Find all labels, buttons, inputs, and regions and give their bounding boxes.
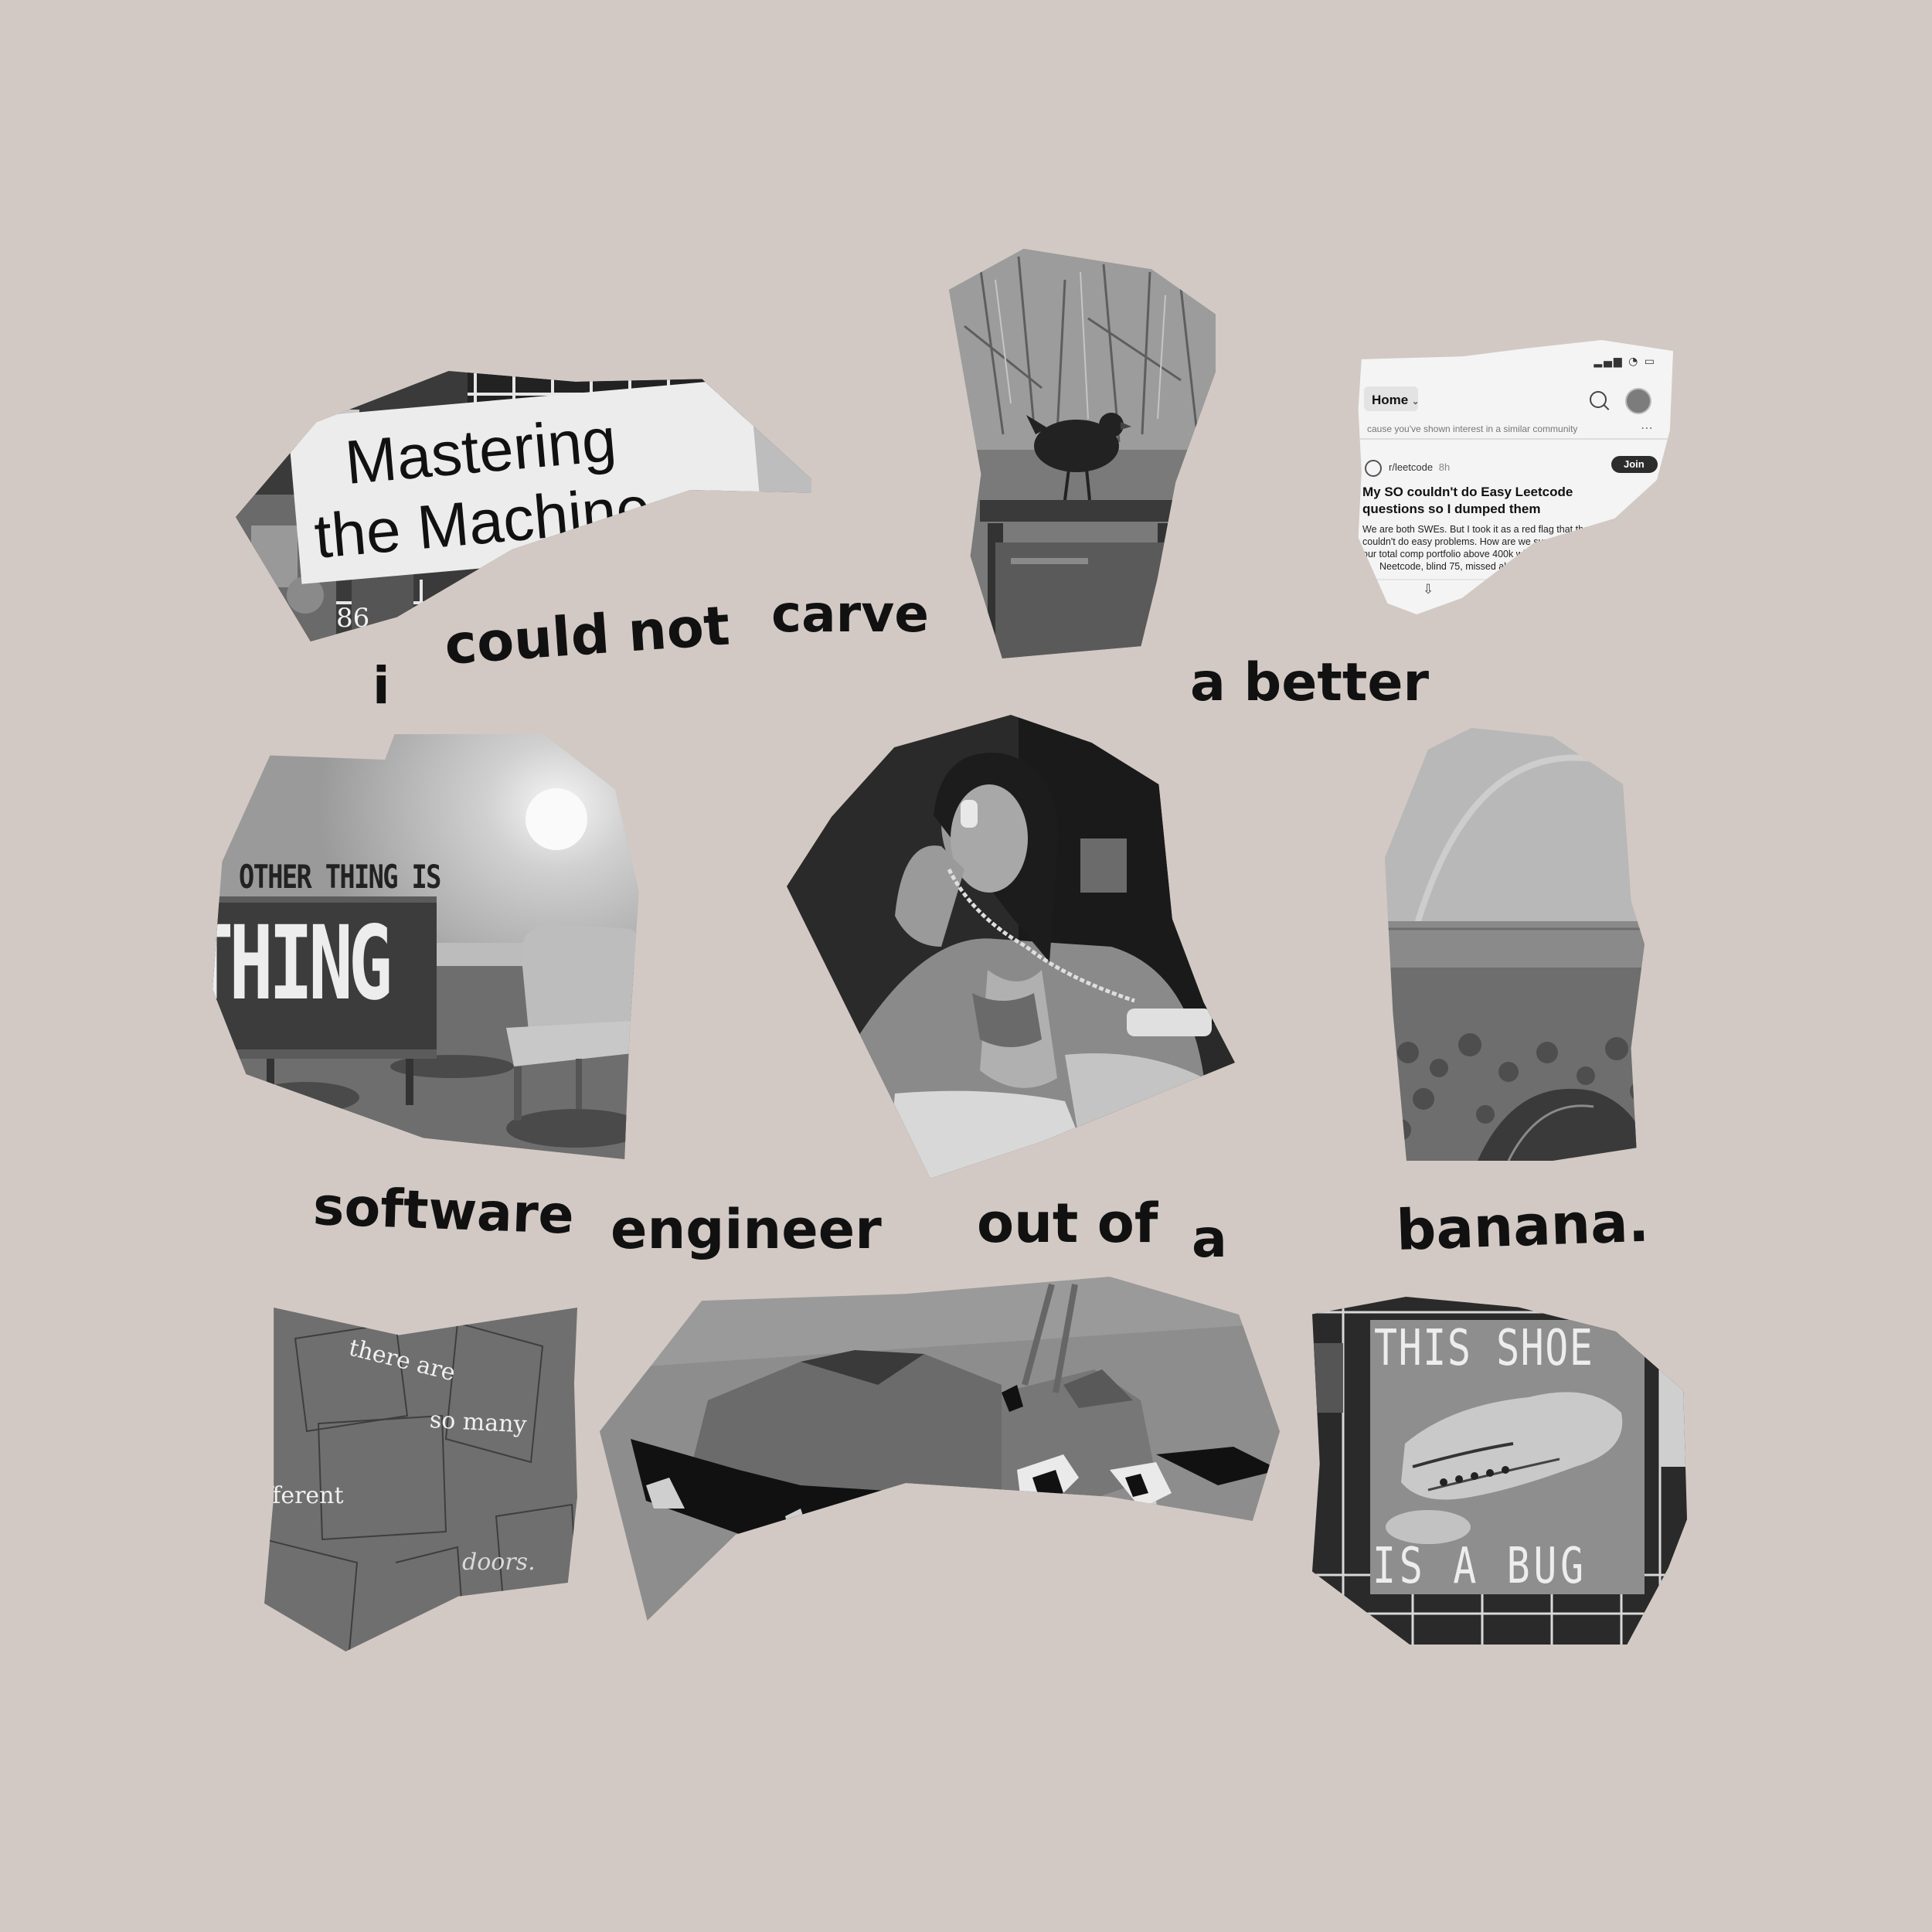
doors-line4: doors. [462, 1549, 536, 1576]
sign-text-line1: OTHER THING IS [239, 858, 441, 896]
poem-word-a-better: a better [1190, 652, 1430, 713]
poem-word-a: a [1192, 1209, 1227, 1270]
doors-poem-scrap: there are so many fferent doors. [264, 1308, 577, 1651]
post-body-line1: We are both SWEs. But I took it as a red… [1362, 524, 1594, 535]
poem-word-carve: carve [771, 584, 929, 644]
avatar [1625, 388, 1651, 414]
more-options-icon: ⋯ [1641, 420, 1653, 435]
poem-word-software: software [311, 1176, 576, 1247]
signal-icon: ▂▄▆ [1594, 355, 1624, 368]
sign-and-chair-scrap: OTHER THING IS THING [213, 734, 639, 1159]
wifi-icon: ◔ [1628, 355, 1640, 368]
reddit-bg-art [1358, 340, 1673, 614]
sign-text-line2: THING [213, 904, 393, 1023]
comment-count: 60 [1508, 583, 1519, 594]
post-body-line3: our total comp portfolio above 400k when… [1362, 549, 1566, 560]
book-number: 86 [336, 603, 370, 634]
subreddit-meta: r/leetcode 8h [1389, 461, 1450, 473]
post-age: 8h [1438, 461, 1451, 473]
doors-line3: fferent [264, 1482, 344, 1509]
shoe-bug-scrap: THIS SHOE IS A BUG [1312, 1297, 1687, 1645]
poem-word-engineer: engineer [611, 1198, 882, 1261]
shoe-text-line1: THIS SHOE [1374, 1320, 1594, 1377]
post-body-line2: couldn't do easy problems. How are we su… [1362, 536, 1587, 547]
woman-on-phone-scrap [787, 715, 1235, 1179]
battery-icon: ▭ [1644, 355, 1656, 368]
chicken-photo-art [949, 249, 1216, 658]
downvote-icon: ⇩ [1423, 582, 1434, 597]
poem-word-could-not: could not [442, 594, 732, 677]
reddit-home-label: Home ⌄ [1372, 393, 1420, 407]
comment-icon [1488, 583, 1503, 596]
oryx-illustration-scrap [600, 1277, 1280, 1621]
beach-photo-art [1385, 728, 1645, 1161]
subreddit-name: r/leetcode [1389, 461, 1434, 473]
post-title: My SO couldn't do Easy Leetcode question… [1362, 485, 1573, 516]
woman-photo-art [787, 715, 1235, 1179]
status-bar-icons: ▂▄▆ ◔ ▭ [1594, 355, 1656, 368]
poem-word-i: i [372, 656, 390, 716]
shoe-text-line2: IS A BUG [1372, 1538, 1587, 1595]
oryx-art [600, 1277, 1280, 1621]
chevron-down-icon: ⌄ [1411, 397, 1420, 406]
chicken-photo-scrap [949, 249, 1216, 658]
poem-word-out-of: out of [977, 1192, 1158, 1255]
beach-rainbow-scrap [1385, 728, 1645, 1161]
post-body-line4: Neetcode, blind 75, missed about [1379, 561, 1523, 572]
poem-word-banana: banana. [1395, 1189, 1651, 1263]
interest-note: cause you've shown interest in a similar… [1367, 423, 1578, 434]
reddit-screenshot-scrap: ▂▄▆ ◔ ▭ Home ⌄ cause you've shown intere… [1358, 340, 1673, 614]
join-button: Join [1624, 458, 1645, 470]
doors-line2: so many [429, 1406, 528, 1439]
